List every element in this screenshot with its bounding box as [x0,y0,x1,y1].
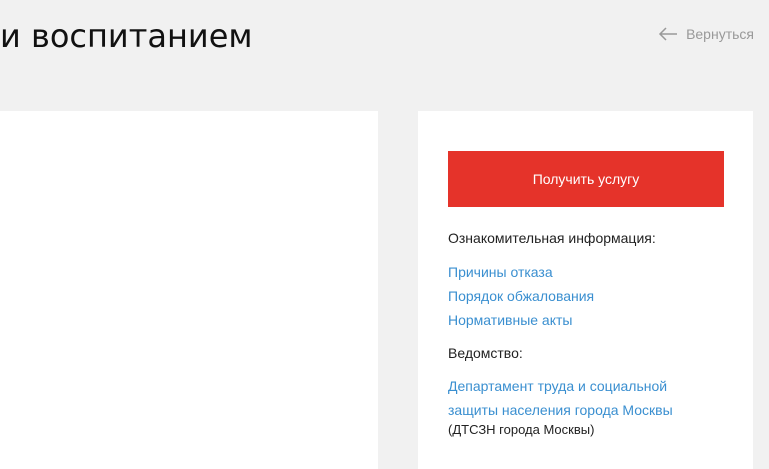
department-link[interactable]: Департамент труда и социальной защиты на… [448,378,673,418]
department-link-line2: защиты населения города Москвы [448,402,673,418]
refusal-reasons-link[interactable]: Причины отказа [448,264,553,280]
regulations-link[interactable]: Нормативные акты [448,312,572,328]
appeal-procedure-link[interactable]: Порядок обжалования [448,288,594,304]
back-link-label: Вернуться [686,26,754,42]
department-block: Департамент труда и социальной защиты на… [448,374,738,438]
main-content-panel [0,111,378,469]
list-item: Причины отказа [448,262,594,286]
service-sidebar: Получить услугу Ознакомительная информац… [418,111,753,469]
back-link[interactable]: Вернуться [658,26,754,42]
list-item: Нормативные акты [448,310,594,334]
page-title: и воспитанием [0,17,253,55]
department-link-line1: Департамент труда и социальной [448,378,668,394]
list-item: Порядок обжалования [448,286,594,310]
arrow-left-icon [658,27,678,41]
department-abbreviation: (ДТСЗН города Москвы) [448,422,595,437]
department-heading: Ведомство: [448,345,523,361]
info-links-list: Причины отказа Порядок обжалования Норма… [448,262,594,334]
info-heading: Ознакомительная информация: [448,230,656,246]
get-service-button[interactable]: Получить услугу [448,151,724,207]
